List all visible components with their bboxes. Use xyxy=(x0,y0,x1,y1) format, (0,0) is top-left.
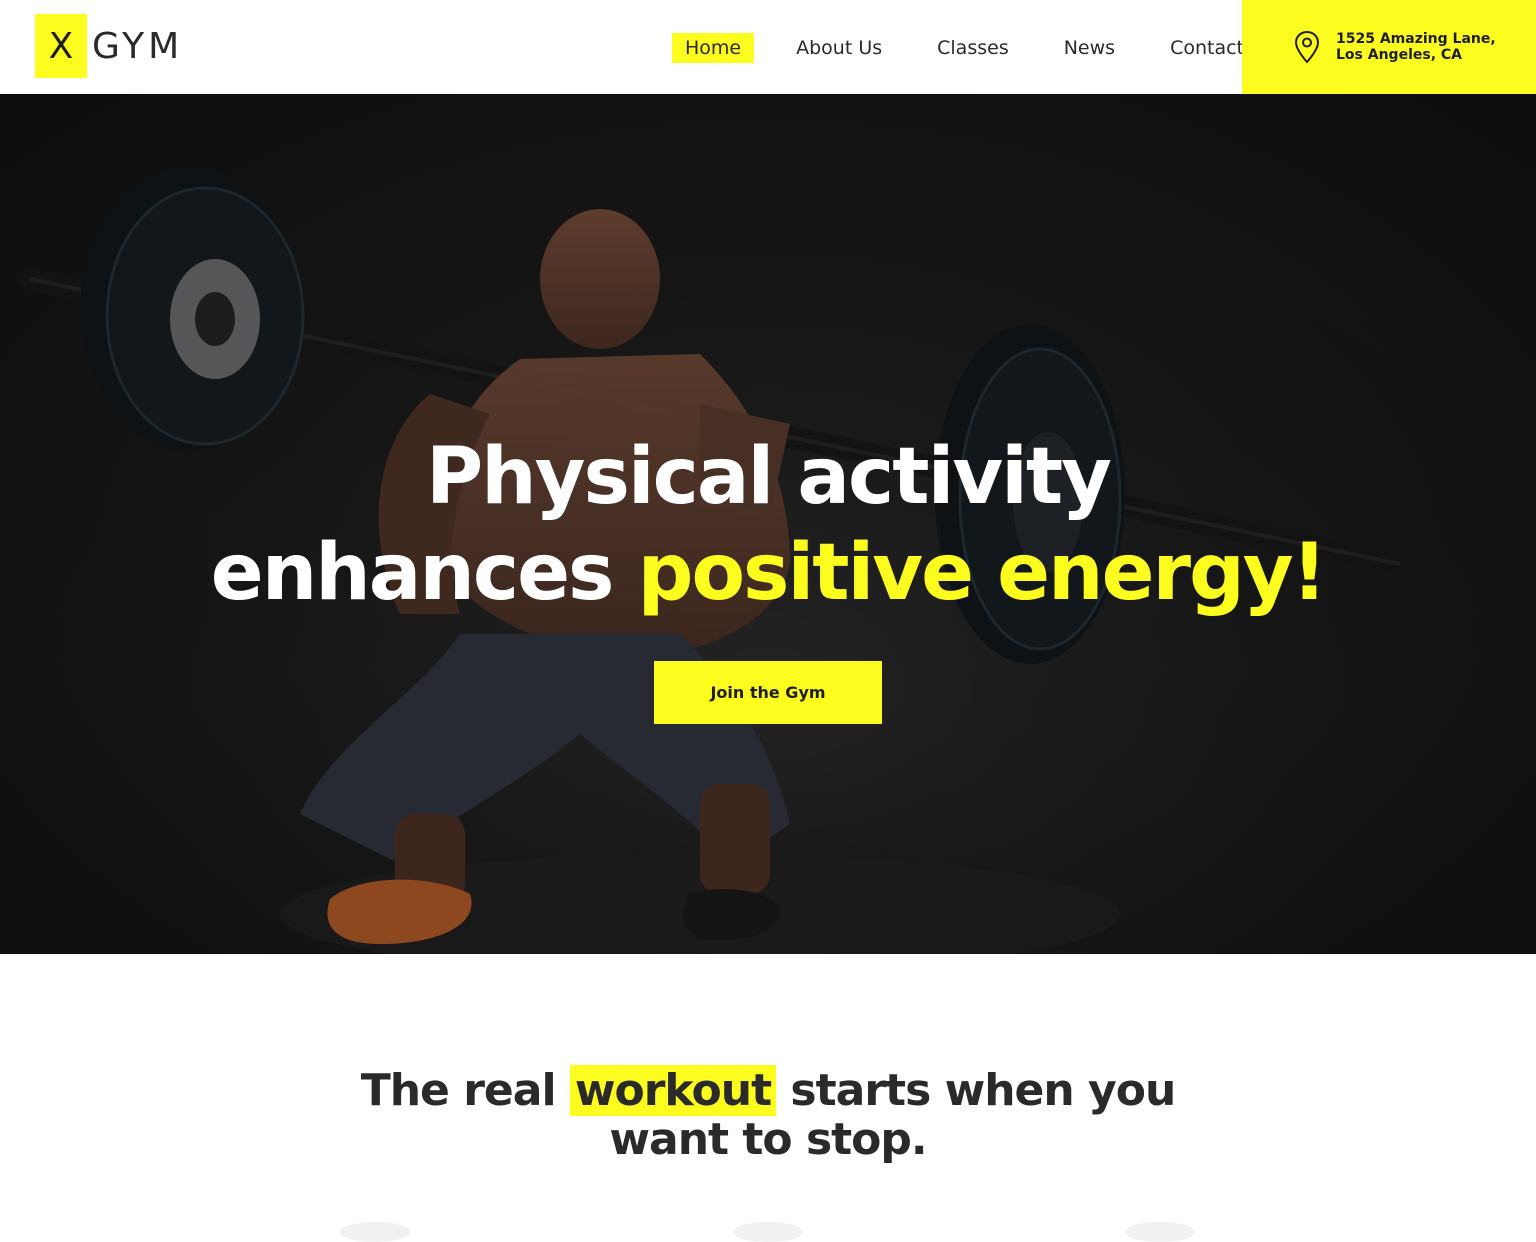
site-header: X GYM Home About Us Classes News Contact… xyxy=(0,0,1536,94)
tagline-highlight: workout xyxy=(569,1065,777,1116)
hero-title-line-2: enhances positive energy! xyxy=(0,525,1536,621)
nav-about-us[interactable]: About Us xyxy=(783,33,895,63)
map-pin-icon xyxy=(1294,30,1320,64)
address-line-2: Los Angeles, CA xyxy=(1336,47,1462,63)
main-nav: Home About Us Classes News Contact xyxy=(672,33,1257,63)
hero-title: Physical activity enhances positive ener… xyxy=(0,429,1536,621)
tagline-after: starts when you xyxy=(776,1065,1176,1116)
hero-title-plain: enhances xyxy=(210,528,638,618)
feature-circle-center xyxy=(733,1222,803,1242)
hero-title-line-1: Physical activity xyxy=(425,432,1112,522)
join-gym-button[interactable]: Join the Gym xyxy=(654,661,882,724)
address-line-1: 1525 Amazing Lane, xyxy=(1336,31,1496,47)
logo-mark: X xyxy=(35,14,87,78)
tagline-line-1: The real workout starts when you xyxy=(361,1065,1176,1116)
tagline-before: The real xyxy=(360,1065,570,1116)
logo-wordmark: GYM xyxy=(92,25,184,67)
nav-home[interactable]: Home xyxy=(672,33,755,63)
address-box: 1525 Amazing Lane, Los Angeles, CA xyxy=(1242,0,1536,94)
nav-classes[interactable]: Classes xyxy=(924,33,1022,63)
nav-news[interactable]: News xyxy=(1051,33,1128,63)
feature-circle-left xyxy=(340,1222,410,1242)
tagline-heading: The real workout starts when you want to… xyxy=(0,1065,1536,1165)
address-text: 1525 Amazing Lane, Los Angeles, CA xyxy=(1336,31,1496,63)
tagline-line-2: want to stop. xyxy=(609,1114,927,1165)
hero-section: Physical activity enhances positive ener… xyxy=(0,94,1536,954)
site-logo[interactable]: X GYM xyxy=(35,14,183,78)
feature-circle-right xyxy=(1125,1222,1195,1242)
hero-title-accent: positive energy! xyxy=(637,528,1328,618)
